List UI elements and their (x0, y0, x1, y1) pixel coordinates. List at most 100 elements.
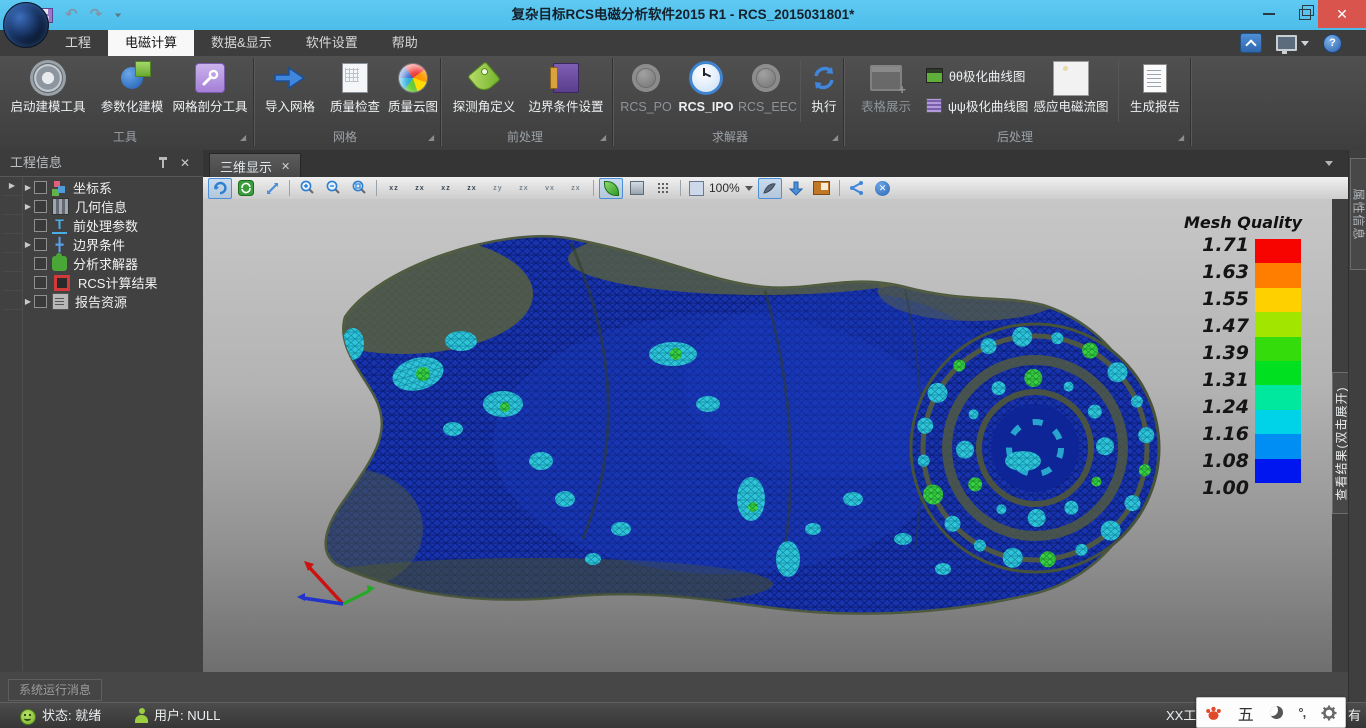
zoom-in-button[interactable] (295, 178, 319, 199)
system-messages-tab[interactable]: 系统运行消息 (8, 679, 102, 701)
selection-mode-button[interactable] (758, 178, 782, 199)
window-capture-button[interactable] (810, 178, 834, 199)
view-orientation-button-3[interactable]: xz (434, 178, 458, 199)
menu-tab-project[interactable]: 工程 (48, 30, 108, 56)
mesh-partition-tool-button[interactable]: 网格剖分工具 (170, 58, 250, 126)
tab-list-dropdown-icon[interactable] (1325, 161, 1333, 166)
display-style-button[interactable] (1276, 35, 1309, 51)
boundary-settings-button[interactable]: 边界条件设置 (524, 58, 608, 126)
close-button[interactable]: ✕ (1318, 0, 1366, 28)
induction-current-map-button[interactable]: 感应电磁流图 (1030, 58, 1112, 126)
ime-gear-icon[interactable] (1321, 705, 1337, 721)
menu-tab-settings[interactable]: 软件设置 (289, 30, 375, 56)
gutter-cell (3, 215, 22, 234)
pin-icon[interactable] (158, 157, 168, 169)
rcs-ipo-button[interactable]: RCS_IPO (678, 58, 734, 126)
fit-view-button[interactable] (260, 178, 284, 199)
tab-3d-display[interactable]: 三维显示 ✕ (209, 153, 301, 178)
toolbar-separator (376, 180, 377, 196)
tree-item-preprocess-params[interactable]: 前处理参数 (22, 216, 200, 235)
checkbox[interactable] (34, 181, 47, 194)
gutter-cell[interactable] (3, 177, 22, 196)
view-orientation-button-7[interactable]: vx (538, 178, 562, 199)
clear-view-button[interactable]: ✕ (871, 178, 895, 199)
gutter-cell (3, 234, 22, 253)
launch-modeling-tool-button[interactable]: 启动建模工具 (6, 58, 90, 126)
ime-mode-label[interactable]: 五 (1238, 701, 1254, 725)
zoom-out-button[interactable] (321, 178, 345, 199)
quality-check-button[interactable]: 质量检查 (324, 58, 386, 126)
share-button[interactable] (845, 178, 869, 199)
execute-refresh-icon (811, 65, 837, 91)
view-orientation-button-1[interactable]: xz (382, 178, 406, 199)
group-label-preprocess: 前处理 (460, 128, 590, 146)
view-orientation-button-2[interactable]: zx (408, 178, 432, 199)
rotate-view-button[interactable] (208, 178, 232, 199)
group-dialog-launcher[interactable] (428, 134, 436, 142)
help-icon[interactable]: ? (1323, 34, 1342, 53)
menu-right-tools: ? (1240, 33, 1342, 53)
checkbox[interactable] (34, 276, 47, 289)
theta-polarization-curve-button[interactable]: θθ极化曲线图 (926, 62, 1025, 88)
probe-angle-button[interactable]: 探测角定义 (448, 58, 520, 126)
group-dialog-launcher[interactable] (600, 134, 608, 142)
group-separator (612, 58, 614, 146)
view-orientation-button-5[interactable]: zy (486, 178, 510, 199)
zoom-window-button[interactable] (347, 178, 371, 199)
expander-icon[interactable] (22, 183, 34, 192)
tree-item-analysis-solver[interactable]: 分析求解器 (22, 254, 200, 273)
menu-tab-help[interactable]: 帮助 (375, 30, 435, 56)
zoom-dropdown-icon[interactable] (745, 186, 753, 191)
quick-access-dropdown-icon[interactable] (115, 13, 121, 17)
tree-item-report-resources[interactable]: 报告资源 (22, 292, 200, 311)
root-expander-icon[interactable] (6, 181, 18, 190)
tree-item-rcs-results[interactable]: RCS计算结果 (22, 273, 200, 292)
parametric-modeling-button[interactable]: 参数化建模 (94, 58, 170, 126)
property-info-vertical-tab[interactable]: 属性信息 (1350, 158, 1366, 270)
generate-report-button[interactable]: 生成报告 (1124, 58, 1186, 126)
restore-button[interactable] (1288, 0, 1322, 28)
view-orientation-button-4[interactable]: zx (460, 178, 484, 199)
checkbox[interactable] (34, 200, 47, 213)
checkbox[interactable] (34, 257, 47, 270)
view-orientation-button-8[interactable]: zx (564, 178, 588, 199)
ime-punctuation-icon[interactable]: °, (1298, 705, 1305, 720)
shaded-render-button[interactable] (599, 178, 623, 199)
group-dialog-launcher[interactable] (240, 134, 248, 142)
redo-icon[interactable]: ↷ (90, 6, 103, 24)
view-orientation-button-6[interactable]: zx (512, 178, 536, 199)
menu-tab-data-display[interactable]: 数据&显示 (194, 30, 289, 56)
zoom-level-control[interactable]: 100% (685, 181, 757, 196)
group-dialog-launcher[interactable] (1178, 134, 1186, 142)
checkbox[interactable] (34, 238, 47, 251)
group-dialog-launcher[interactable] (832, 134, 840, 142)
expander-icon[interactable] (22, 202, 34, 211)
legend-title: Mesh Quality (1153, 213, 1332, 232)
undo-icon[interactable]: ↶ (65, 6, 78, 24)
ime-moon-icon[interactable] (1270, 706, 1283, 719)
tree-item-coordinate-system[interactable]: 坐标系 (22, 178, 200, 197)
execute-button[interactable]: 执行 (806, 58, 842, 126)
quality-cloud-icon (399, 64, 427, 92)
surface-render-button[interactable] (625, 178, 649, 199)
tree-item-geometry-info[interactable]: 几何信息 (22, 197, 200, 216)
download-view-button[interactable] (784, 178, 808, 199)
table-icon (870, 65, 902, 91)
points-render-button[interactable] (651, 178, 675, 199)
menu-tab-em-compute[interactable]: 电磁计算 (108, 30, 194, 56)
quality-cloudmap-button[interactable]: 质量云图 (384, 58, 442, 126)
expander-icon[interactable] (22, 297, 34, 306)
minimize-button[interactable] (1252, 0, 1286, 28)
import-mesh-button[interactable]: 导入网格 (258, 58, 322, 126)
checkbox[interactable] (34, 295, 47, 308)
expander-icon[interactable] (22, 240, 34, 249)
collapse-ribbon-icon[interactable] (1240, 33, 1262, 53)
3d-viewport[interactable]: Mesh Quality 1.71 1.63 1.55 1.47 1.39 1.… (203, 199, 1332, 678)
tab-close-icon[interactable]: ✕ (281, 160, 290, 173)
tree-item-boundary-conditions[interactable]: 边界条件 (22, 235, 200, 254)
ime-paw-icon[interactable] (1205, 705, 1222, 721)
sync-view-button[interactable] (234, 178, 258, 199)
psi-polarization-curve-button[interactable]: ψψ极化曲线图 (926, 92, 1028, 118)
panel-close-icon[interactable]: ✕ (180, 150, 190, 176)
checkbox[interactable] (34, 219, 47, 232)
